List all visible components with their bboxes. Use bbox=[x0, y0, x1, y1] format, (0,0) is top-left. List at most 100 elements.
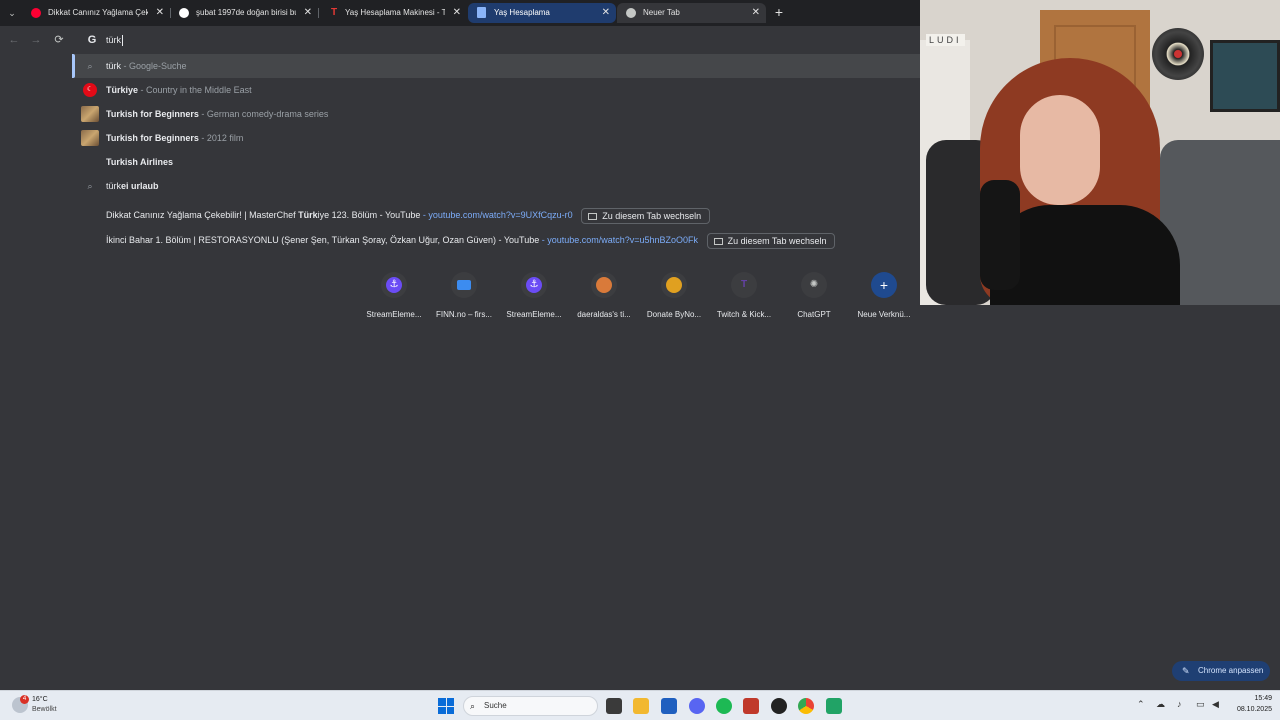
twitch-icon: T bbox=[740, 279, 748, 290]
shortcut-streamelements-2[interactable]: ⚓ StreamEleme... bbox=[499, 270, 569, 326]
omnibox-suggestions: ⌕ türk - Google-Suche ☾ Türkiye - Countr… bbox=[72, 54, 920, 258]
webcam-overlay: LUDI bbox=[920, 0, 1280, 305]
suggestion-bold: Turkish for Beginners bbox=[106, 133, 199, 143]
close-icon[interactable]: ✕ bbox=[304, 3, 312, 23]
switch-to-tab-button[interactable]: Zu diesem Tab wechseln bbox=[706, 232, 836, 249]
pencil-icon: ✎ bbox=[1182, 666, 1190, 676]
suggestion-entity[interactable]: Turkish for Beginners - German comedy-dr… bbox=[72, 102, 920, 126]
suggestion-text: türk bbox=[106, 181, 122, 191]
suggestion-text: Dikkat Canınız Yağlama Çekebilir! | Mast… bbox=[106, 210, 299, 220]
close-icon[interactable]: ✕ bbox=[453, 3, 461, 23]
suggestion-entity[interactable]: Turkish Airlines bbox=[72, 150, 920, 174]
suggestion-subtext: - Country in the Middle East bbox=[138, 85, 252, 95]
tab-switch-icon bbox=[713, 237, 723, 245]
omnibox-input[interactable]: türk bbox=[106, 32, 124, 48]
forward-arrow-icon[interactable]: → bbox=[28, 32, 44, 48]
shortcut-label: Neue Verknü... bbox=[857, 310, 911, 319]
chatgpt-icon: ✺ bbox=[809, 279, 819, 290]
close-icon[interactable]: ✕ bbox=[156, 3, 164, 23]
switch-to-tab-button[interactable]: Zu diesem Tab wechseln bbox=[581, 207, 711, 224]
shortcut-streamelements-1[interactable]: ⚓ StreamEleme... bbox=[359, 270, 429, 326]
youtube-icon bbox=[31, 8, 41, 18]
suggestion-text: iye bbox=[125, 85, 139, 95]
tab-1[interactable]: Dikkat Canınız Yağlama Çekebilir ✕ bbox=[22, 3, 170, 23]
windows-taskbar: 4 16°C Bewölkt ⌕ Suche ⌃ ☁ ♪ ▭ ◀ 15:49 0… bbox=[0, 690, 1280, 720]
weather-badge: 4 bbox=[20, 695, 29, 704]
task-view-icon[interactable] bbox=[606, 698, 622, 714]
shortcut-label: FINN.no – firs... bbox=[435, 310, 492, 319]
youtube-icon bbox=[82, 233, 98, 247]
windows-start-icon[interactable] bbox=[438, 698, 454, 714]
network-icon[interactable]: ☁ bbox=[1156, 699, 1165, 710]
clock-time[interactable]: 15:49 bbox=[1245, 695, 1272, 702]
excel-icon[interactable] bbox=[826, 698, 842, 714]
chrome-taskbar-icon[interactable] bbox=[798, 698, 814, 714]
omnibox[interactable]: G türk bbox=[72, 26, 920, 54]
tab-title: Neuer Tab bbox=[643, 8, 680, 17]
suggestion-search[interactable]: ⌕ türk - Google-Suche bbox=[72, 54, 920, 78]
suggestion-subtext: - German comedy-drama series bbox=[198, 109, 329, 119]
tab-3[interactable]: T Yaş Hesaplama Makinesi - Tam ✕ bbox=[319, 3, 467, 23]
shortcut-chatgpt[interactable]: ✺ ChatGPT bbox=[779, 270, 849, 326]
shortcut-label: StreamEleme... bbox=[366, 310, 422, 319]
clock-date[interactable]: 08.10.2025 bbox=[1229, 706, 1272, 713]
suggestion-url: - youtube.com/watch?v=u5hnBZoO0Fk bbox=[539, 235, 699, 245]
search-icon: ⌕ bbox=[87, 181, 93, 191]
streamelements-icon: ⚓ bbox=[526, 277, 542, 293]
shortcut-label: ChatGPT bbox=[797, 310, 831, 319]
tab-search-chevron-icon[interactable]: ⌄ bbox=[4, 5, 20, 21]
back-arrow-icon[interactable]: ← bbox=[6, 32, 22, 48]
shortcut-tip[interactable]: daeraldas's ti... bbox=[569, 270, 639, 326]
tab-title: Yaş Hesaplama bbox=[494, 8, 550, 17]
weather-temperature[interactable]: 16°C bbox=[32, 696, 48, 703]
tray-chevron-icon[interactable]: ⌃ bbox=[1137, 699, 1145, 710]
shortcut-twitch-kick[interactable]: T Twitch & Kick... bbox=[709, 270, 779, 326]
shortcut-add[interactable]: + Neue Verknü... bbox=[849, 270, 919, 326]
weather-description[interactable]: Bewölkt bbox=[32, 706, 57, 713]
taskbar-search[interactable]: ⌕ Suche bbox=[463, 696, 598, 716]
tab-4[interactable]: Yaş Hesaplama ✕ bbox=[468, 3, 616, 23]
microphone bbox=[980, 180, 1020, 290]
wall-painting bbox=[1210, 40, 1280, 112]
suggestion-bold: Turkish for Beginners bbox=[106, 109, 199, 119]
close-icon[interactable]: ✕ bbox=[752, 3, 760, 23]
shortcut-donate[interactable]: Donate ByNo... bbox=[639, 270, 709, 326]
new-tab-button[interactable]: + bbox=[771, 4, 787, 20]
discord-icon[interactable] bbox=[689, 698, 705, 714]
obs-icon[interactable] bbox=[771, 698, 787, 714]
store-icon[interactable] bbox=[661, 698, 677, 714]
chrome-icon bbox=[626, 8, 636, 18]
close-icon[interactable]: ✕ bbox=[602, 3, 610, 23]
volume-icon[interactable]: ◀ bbox=[1212, 699, 1219, 710]
suggestion-open-tab[interactable]: İkinci Bahar 1. Bölüm | RESTORASYONLU (Ş… bbox=[72, 228, 920, 252]
t-logo-icon: T bbox=[330, 7, 338, 18]
suggestion-entity[interactable]: Turkish for Beginners - 2012 film bbox=[72, 126, 920, 150]
reload-icon[interactable]: ⟳ bbox=[51, 32, 67, 48]
microphone-icon[interactable]: ♪ bbox=[1177, 699, 1182, 709]
suggestion-open-tab[interactable]: Dikkat Canınız Yağlama Çekebilir! | Mast… bbox=[72, 203, 920, 227]
suggestion-entity[interactable]: ☾ Türkiye - Country in the Middle East bbox=[72, 78, 920, 102]
monitor-icon[interactable]: ▭ bbox=[1196, 699, 1205, 710]
tab-2[interactable]: şubat 1997de doğan birisi bugün ✕ bbox=[170, 3, 318, 23]
tab-5-active[interactable]: Neuer Tab ✕ bbox=[617, 3, 766, 23]
suggestion-subtext: - 2012 film bbox=[198, 133, 244, 143]
suggestion-bold: Türk bbox=[106, 85, 126, 95]
customize-chrome-button[interactable]: ✎ Chrome anpassen bbox=[1172, 661, 1270, 681]
suggestion-subtext: - Google-Suche bbox=[121, 61, 187, 71]
shortcut-label: Donate ByNo... bbox=[646, 310, 702, 319]
shortcut-grid: ⚓ StreamEleme... FINN.no – firs... ⚓ Str… bbox=[359, 270, 919, 330]
spotify-icon[interactable] bbox=[716, 698, 732, 714]
wall-label: LUDI bbox=[926, 34, 965, 46]
suggestion-search[interactable]: ⌕ türkei urlaub bbox=[72, 174, 920, 198]
suggestion-bold: ei urlaub bbox=[121, 181, 159, 191]
finn-icon bbox=[457, 280, 471, 290]
tab-title: Dikkat Canınız Yağlama Çekebilir bbox=[48, 8, 148, 17]
tab-switch-icon bbox=[588, 212, 598, 220]
tab-title: Yaş Hesaplama Makinesi - Tam bbox=[345, 8, 445, 17]
suggestion-text: iye 123. Bölüm - YouTube bbox=[317, 210, 421, 220]
voicemeeter-icon[interactable] bbox=[743, 698, 759, 714]
file-explorer-icon[interactable] bbox=[633, 698, 649, 714]
streamer-face bbox=[1020, 95, 1100, 205]
shortcut-finn[interactable]: FINN.no – firs... bbox=[429, 270, 499, 326]
tip-icon bbox=[596, 277, 612, 293]
